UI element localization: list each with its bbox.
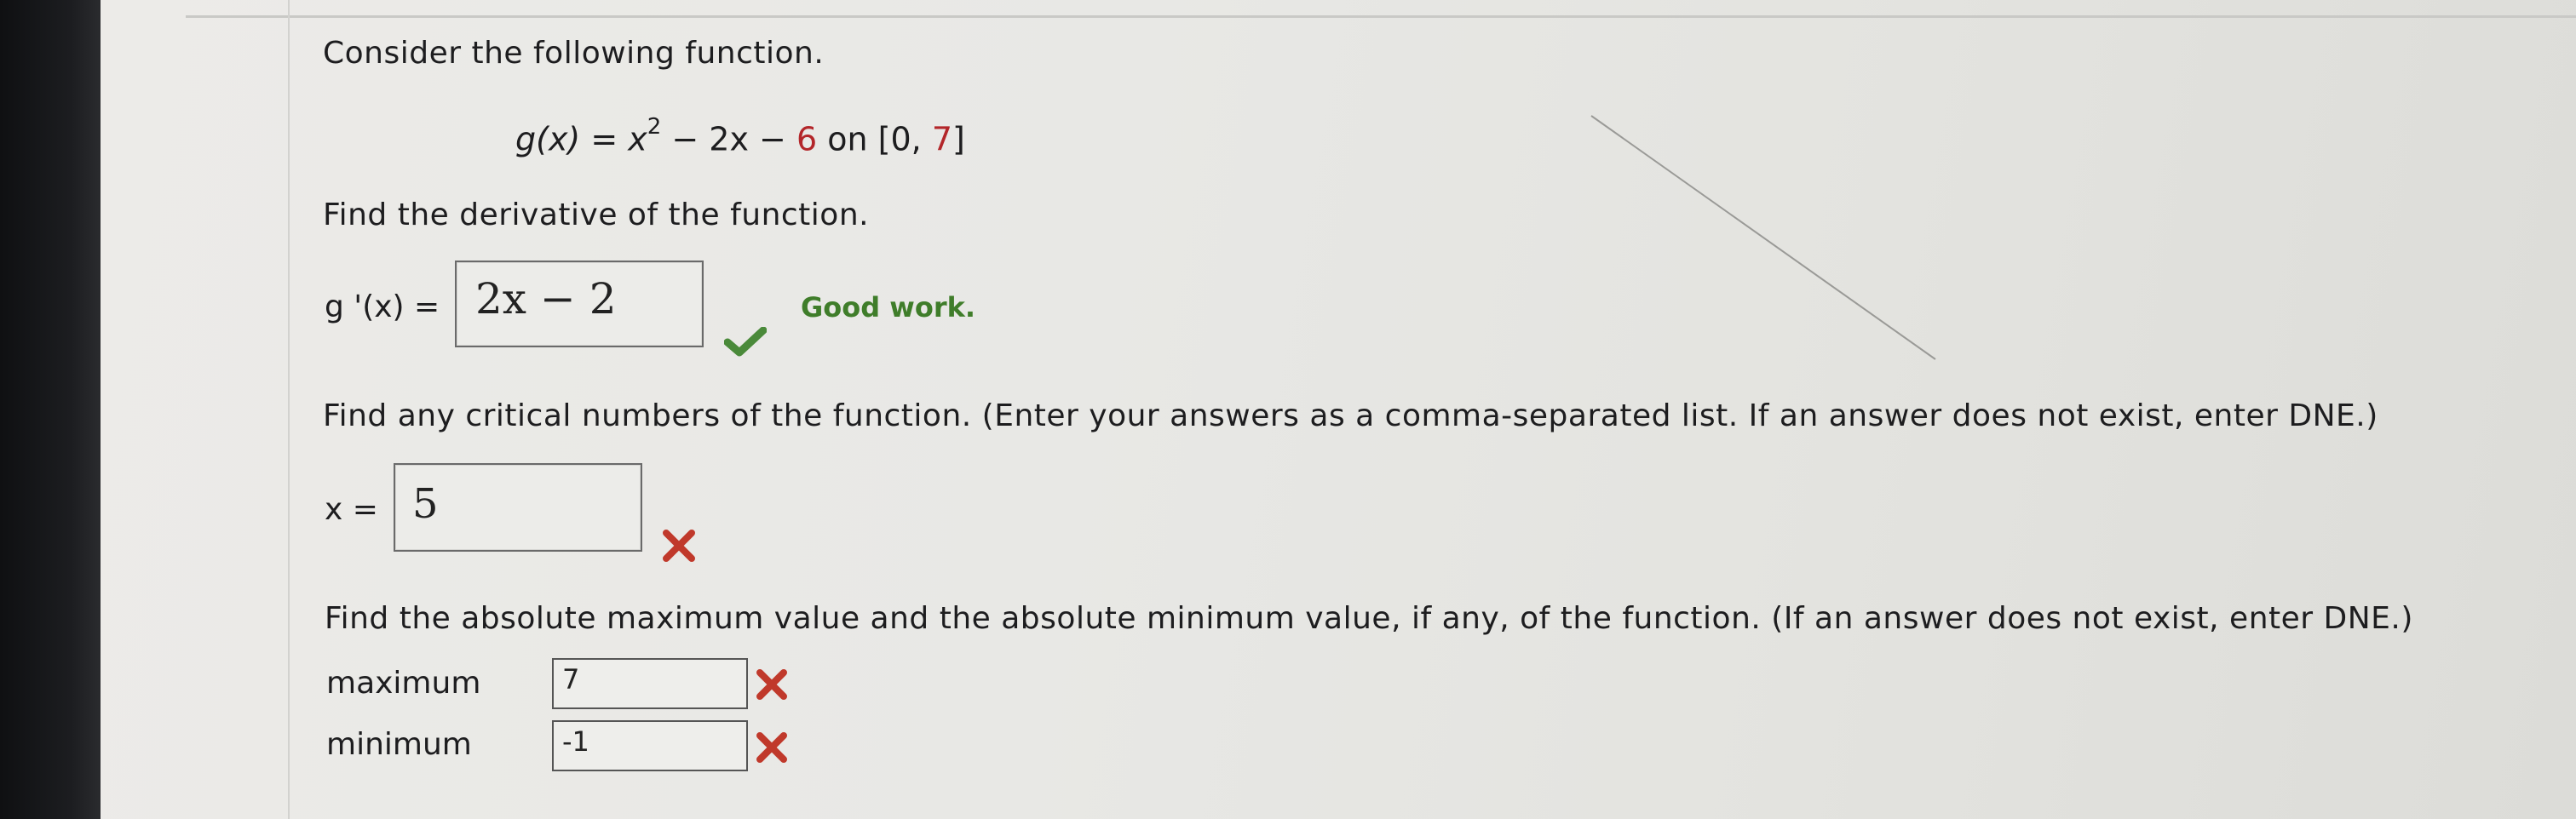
critical-numbers-prompt: Find any critical numbers of the functio… <box>323 398 2378 433</box>
function-equation: g(x) = x2 − 2x − 6 on [0, 7] <box>515 114 965 158</box>
maximum-label: maximum <box>326 666 481 701</box>
minimum-answer-field[interactable]: -1 <box>552 720 748 771</box>
equation-tail: on [0, <box>817 120 932 158</box>
equation-close: ] <box>952 120 965 158</box>
feedback-good-work: Good work. <box>801 291 976 324</box>
equation-lhs: g(x) = x <box>515 120 647 158</box>
critical-numbers-label: x = <box>325 492 378 527</box>
derivative-answer-value: 2x − 2 <box>475 274 617 324</box>
equation-middle: − 2x − <box>661 120 796 158</box>
critical-numbers-answer-value: 5 <box>412 480 439 528</box>
x-icon <box>756 669 787 700</box>
derivative-answer-field[interactable]: 2x − 2 <box>455 261 704 347</box>
intro-text: Consider the following function. <box>323 36 825 71</box>
extrema-prompt: Find the absolute maximum value and the … <box>325 601 2413 636</box>
minimum-answer-value: -1 <box>562 725 589 758</box>
equation-constant: 6 <box>796 120 818 158</box>
x-icon <box>663 530 695 562</box>
critical-numbers-answer-field[interactable]: 5 <box>394 463 642 552</box>
equation-exponent: 2 <box>647 114 662 140</box>
equation-upper-bound: 7 <box>931 120 952 158</box>
checkmark-icon <box>724 327 767 357</box>
minimum-label: minimum <box>326 727 472 762</box>
derivative-prompt: Find the derivative of the function. <box>323 198 870 232</box>
x-icon <box>756 732 787 763</box>
maximum-answer-value: 7 <box>562 663 580 696</box>
maximum-answer-field[interactable]: 7 <box>552 658 748 709</box>
derivative-label: g '(x) = <box>325 289 440 324</box>
